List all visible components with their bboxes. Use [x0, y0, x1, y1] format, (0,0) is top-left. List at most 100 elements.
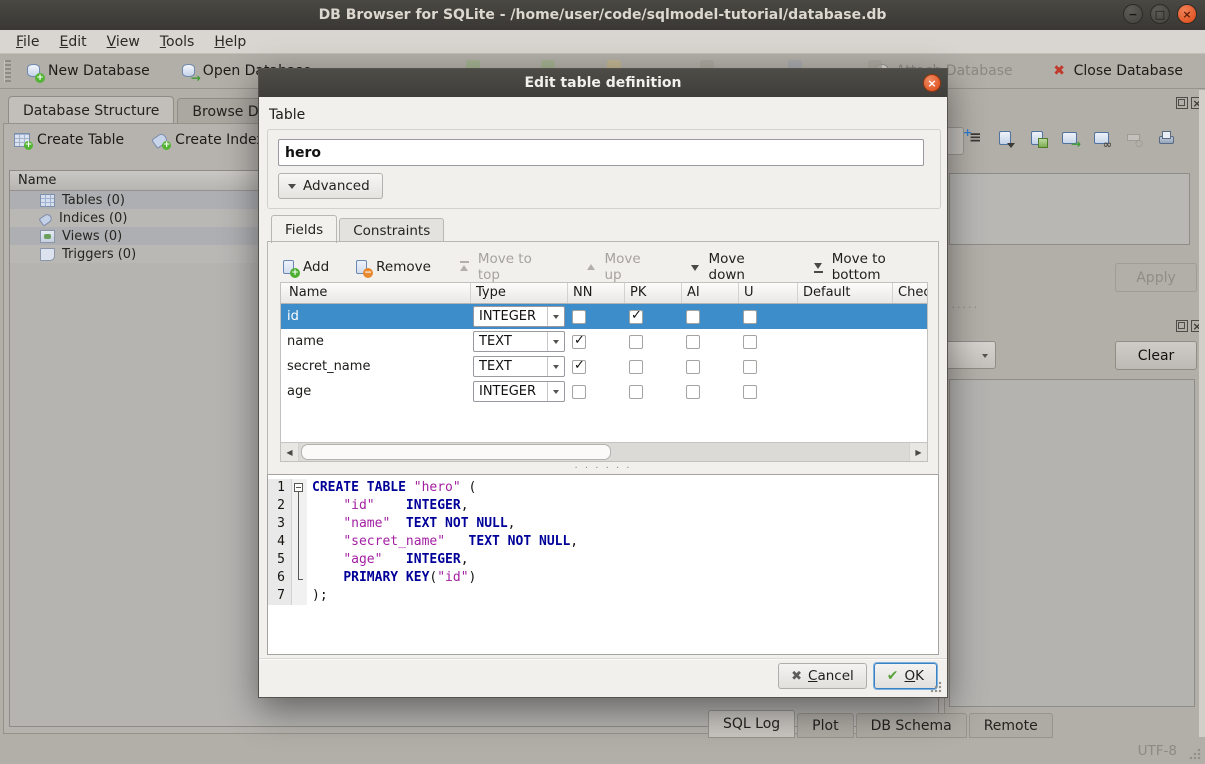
nn-checkbox[interactable]	[572, 335, 586, 349]
column-header-ai[interactable]: AI	[682, 283, 739, 303]
default-cell[interactable]	[798, 329, 893, 354]
column-header-default[interactable]: Default	[798, 283, 893, 303]
column-header-name[interactable]: Name	[281, 283, 471, 303]
import-icon[interactable]	[998, 130, 1015, 147]
dock-splitter[interactable]: ······	[946, 301, 986, 314]
sql-preview-editor[interactable]: 1CREATE TABLE "hero" (2 "id" INTEGER,3 "…	[267, 474, 939, 655]
close-icon[interactable]: ×	[1177, 4, 1197, 24]
check-cell[interactable]	[893, 354, 928, 379]
u-checkbox[interactable]	[743, 360, 757, 374]
horizontal-scrollbar[interactable]: ◀ ▶	[281, 442, 927, 461]
scroll-left-icon[interactable]: ◀	[281, 443, 299, 461]
export-icon[interactable]	[1030, 130, 1047, 147]
check-cell[interactable]	[893, 329, 928, 354]
table-name-input[interactable]	[278, 139, 924, 166]
new-database-button[interactable]: +New Database	[17, 59, 158, 84]
toolbar-grip[interactable]	[4, 60, 11, 82]
cancel-button[interactable]: ✖ Cancel	[778, 663, 867, 689]
tab-remote[interactable]: Remote	[969, 713, 1053, 738]
tab-database-structure[interactable]: Database Structure	[8, 96, 174, 125]
default-cell[interactable]	[798, 354, 893, 379]
dialog-close-icon[interactable]: ×	[923, 74, 941, 92]
create-index-button[interactable]: +Create Index	[152, 132, 265, 148]
title-bar[interactable]: DB Browser for SQLite - /home/user/code/…	[0, 0, 1205, 30]
column-header-type[interactable]: Type	[471, 283, 568, 303]
menu-help[interactable]: Help	[204, 32, 256, 52]
cell-editor-text-area[interactable]	[949, 173, 1190, 245]
ai-checkbox[interactable]	[686, 385, 700, 399]
default-cell[interactable]	[798, 304, 893, 329]
column-header-check[interactable]: Check	[893, 283, 928, 303]
tab-plot[interactable]: Plot	[797, 713, 853, 738]
type-combo[interactable]: INTEGER	[473, 381, 565, 402]
check-cell[interactable]	[893, 304, 928, 329]
execute-icon[interactable]	[1062, 130, 1079, 147]
scrollbar-thumb[interactable]	[301, 444, 611, 460]
column-header-pk[interactable]: PK	[625, 283, 682, 303]
type-combo[interactable]: TEXT	[473, 356, 565, 377]
menu-edit[interactable]: Edit	[49, 32, 96, 52]
default-cell[interactable]	[798, 379, 893, 404]
field-name-cell[interactable]: name	[281, 329, 471, 354]
link-icon[interactable]	[1094, 130, 1111, 147]
insert-icon[interactable]	[966, 130, 983, 147]
nn-checkbox[interactable]	[572, 385, 586, 399]
create-table-button[interactable]: +Create Table	[14, 132, 124, 148]
dialog-tab-constraints[interactable]: Constraints	[339, 218, 444, 242]
type-combo[interactable]: TEXT	[473, 331, 565, 352]
field-name-cell[interactable]: id	[281, 304, 471, 329]
clear-button[interactable]: Clear	[1115, 341, 1197, 370]
advanced-button[interactable]: Advanced	[278, 173, 383, 199]
null-icon[interactable]	[1126, 130, 1143, 147]
print-icon[interactable]	[1158, 130, 1175, 147]
u-checkbox[interactable]	[743, 385, 757, 399]
u-checkbox[interactable]	[743, 335, 757, 349]
field-row-name[interactable]: nameTEXT	[281, 329, 927, 354]
nn-checkbox[interactable]	[572, 360, 586, 374]
field-row-age[interactable]: ageINTEGER	[281, 379, 927, 404]
field-name-cell[interactable]: age	[281, 379, 471, 404]
fold-marker-icon[interactable]	[292, 479, 307, 497]
sql-log-area[interactable]	[949, 379, 1195, 707]
pk-checkbox[interactable]	[629, 335, 643, 349]
ok-button[interactable]: ✔ OK	[874, 663, 937, 689]
apply-button[interactable]: Apply	[1115, 263, 1197, 292]
type-combo[interactable]: INTEGER	[473, 306, 565, 327]
fields-sql-splitter[interactable]: · · · · · ·	[268, 464, 938, 473]
resize-grip[interactable]	[1189, 748, 1201, 760]
menu-view[interactable]: View	[97, 32, 150, 52]
tab-sql-log[interactable]: SQL Log	[708, 710, 795, 738]
dialog-tab-fields[interactable]: Fields	[271, 215, 337, 243]
ai-checkbox[interactable]	[686, 335, 700, 349]
chevron-down-icon[interactable]	[547, 357, 564, 376]
pk-checkbox[interactable]	[629, 360, 643, 374]
column-header-u[interactable]: U	[739, 283, 798, 303]
move-to-bottom-button[interactable]: Move to bottom	[811, 251, 938, 283]
field-row-id[interactable]: idINTEGER	[281, 304, 927, 329]
pk-checkbox[interactable]	[629, 385, 643, 399]
minimize-icon[interactable]: −	[1123, 4, 1143, 24]
maximize-icon[interactable]: □	[1150, 4, 1170, 24]
dock-float-icon[interactable]	[1176, 97, 1188, 109]
chevron-down-icon[interactable]	[547, 307, 564, 326]
move-down-button[interactable]: Move down	[688, 251, 785, 283]
column-header-nn[interactable]: NN	[568, 283, 625, 303]
ai-checkbox[interactable]	[686, 360, 700, 374]
field-name-cell[interactable]: secret_name	[281, 354, 471, 379]
field-row-secret-name[interactable]: secret_nameTEXT	[281, 354, 927, 379]
dock-float-icon[interactable]	[1176, 320, 1188, 332]
nn-checkbox[interactable]	[572, 310, 586, 324]
chevron-down-icon[interactable]	[547, 332, 564, 351]
u-checkbox[interactable]	[743, 310, 757, 324]
add-button[interactable]: +Add	[282, 259, 329, 275]
close-database-button[interactable]: Close Database	[1043, 59, 1191, 84]
menu-file[interactable]: File	[6, 32, 49, 52]
dialog-resize-grip[interactable]	[930, 681, 942, 693]
menu-tools[interactable]: Tools	[150, 32, 205, 52]
dialog-title-bar[interactable]: Edit table definition ×	[259, 69, 947, 97]
chevron-down-icon[interactable]	[547, 382, 564, 401]
ai-checkbox[interactable]	[686, 310, 700, 324]
check-cell[interactable]	[893, 379, 928, 404]
scrollbar-track[interactable]	[299, 443, 909, 461]
pk-checkbox[interactable]	[629, 310, 643, 324]
